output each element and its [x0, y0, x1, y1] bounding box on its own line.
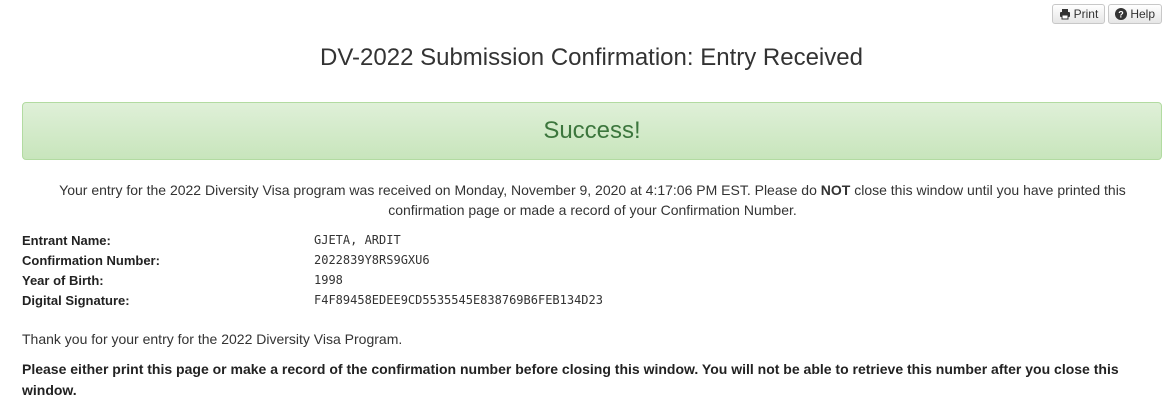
help-label: Help — [1130, 7, 1155, 21]
detail-value: 1998 — [314, 273, 343, 287]
page-title: DV-2022 Submission Confirmation: Entry R… — [320, 44, 863, 71]
detail-row-digital-signature: Digital Signature: F4F89458EDEE9CD553554… — [22, 290, 603, 310]
received-text-part1: Your entry for the 2022 Diversity Visa p… — [59, 182, 821, 198]
detail-row-entrant-name: Entrant Name: GJETA, ARDIT — [22, 230, 603, 250]
thank-you-text: Thank you for your entry for the 2022 Di… — [22, 331, 403, 347]
toolbar: Print ? Help — [1051, 4, 1162, 24]
received-message: Your entry for the 2022 Diversity Visa p… — [40, 180, 1145, 220]
success-alert: Success! — [22, 102, 1162, 160]
received-emphasis: NOT — [820, 182, 851, 198]
print-label: Print — [1073, 7, 1099, 21]
detail-label: Entrant Name: — [22, 232, 111, 248]
detail-row-confirmation-number: Confirmation Number: 2022839Y8RS9GXU6 — [22, 250, 603, 270]
printer-icon — [1059, 8, 1071, 20]
warning-text: Please either print this page or make a … — [22, 361, 1119, 398]
detail-row-year-of-birth: Year of Birth: 1998 — [22, 270, 603, 290]
question-circle-icon: ? — [1115, 8, 1128, 20]
success-text: Success! — [543, 117, 641, 144]
help-button[interactable]: ? Help — [1108, 4, 1162, 24]
detail-value: GJETA, ARDIT — [314, 233, 401, 247]
entrant-details: Entrant Name: GJETA, ARDIT Confirmation … — [22, 230, 603, 310]
detail-label: Confirmation Number: — [22, 252, 160, 268]
detail-value: F4F89458EDEE9CD5535545E838769B6FEB134D23 — [314, 293, 603, 307]
svg-text:?: ? — [1119, 10, 1125, 20]
detail-label: Digital Signature: — [22, 292, 130, 308]
print-button[interactable]: Print — [1051, 4, 1106, 24]
detail-value: 2022839Y8RS9GXU6 — [314, 253, 430, 267]
detail-label: Year of Birth: — [22, 272, 104, 288]
confirmation-page: Print ? Help DV-2022 Submission Confirma… — [0, 0, 1173, 404]
